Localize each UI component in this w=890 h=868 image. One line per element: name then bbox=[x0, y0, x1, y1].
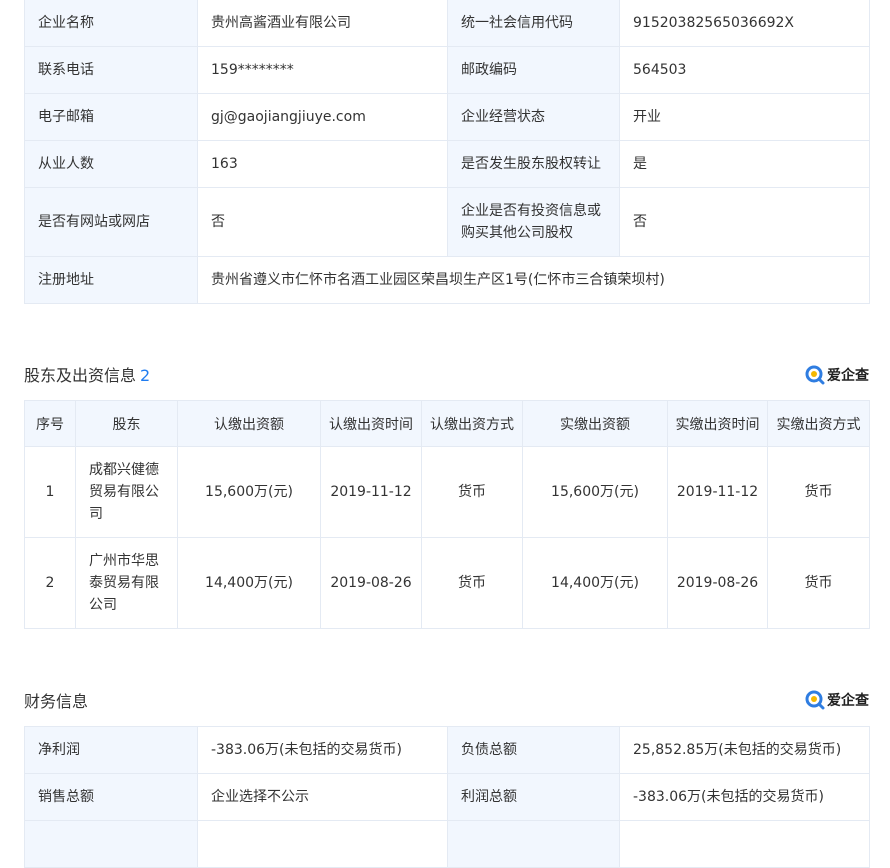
field-value: 开业 bbox=[619, 93, 870, 141]
field-value: gj@gaojiangjiuye.com bbox=[197, 93, 448, 141]
table-cell: 14,400万(元) bbox=[177, 537, 321, 629]
finance-title: 财务信息 bbox=[24, 692, 89, 711]
field-label: 是否发生股东股权转让 bbox=[447, 140, 620, 188]
field-value: 91520382565036692X bbox=[619, 0, 870, 47]
column-header: 实缴出资时间 bbox=[667, 400, 768, 447]
table-cell: 15,600万(元) bbox=[522, 446, 668, 538]
shareholder-name: 广州市华思泰贸易有限公司 bbox=[75, 537, 178, 629]
column-header: 认缴出资额 bbox=[177, 400, 321, 447]
table-row: 2 广州市华思泰贸易有限公司 14,400万(元) 2019-08-26 货币 14,40… bbox=[24, 537, 870, 629]
table-row: 1 成都兴健德贸易有限公司 15,600万(元) 2019-11-12 货币 15,600… bbox=[24, 446, 870, 538]
finance-row: 销售总额 企业选择不公示 利润总额 -383.06万(未包括的交易货币) bbox=[24, 773, 870, 821]
table-cell: 2019-11-12 bbox=[667, 446, 768, 538]
table-cell: 货币 bbox=[767, 537, 870, 629]
field-label: 销售总额 bbox=[24, 773, 198, 821]
shareholders-section-title: 股东及出资信息 2 bbox=[24, 362, 150, 386]
field-label: 统一社会信用代码 bbox=[447, 0, 620, 47]
finance-row bbox=[24, 820, 870, 868]
column-header: 认缴出资方式 bbox=[421, 400, 523, 447]
field-value bbox=[619, 820, 870, 868]
aiqicha-logo-icon bbox=[805, 690, 825, 710]
info-row: 从业人数 163 是否发生股东股权转让是 bbox=[24, 140, 870, 188]
field-label: 联系电话 bbox=[24, 46, 198, 94]
table-cell: 2019-08-26 bbox=[667, 537, 768, 629]
info-row: 企业名称 贵州高酱酒业有限公司 统一社会信用代码 91520382565036692X bbox=[24, 0, 870, 47]
column-header: 股东 bbox=[75, 400, 178, 447]
field-value: 25,852.85万(未包括的交易货币) bbox=[619, 726, 870, 774]
table-cell: 2019-11-12 bbox=[320, 446, 422, 538]
field-label: 是否有网站或网店 bbox=[24, 187, 198, 257]
aiqicha-logo-text: 爱企查 bbox=[827, 368, 869, 384]
aiqicha-logo-finance[interactable]: 爱企查 bbox=[805, 690, 869, 710]
column-header: 实缴出资额 bbox=[522, 400, 668, 447]
field-label: 邮政编码 bbox=[447, 46, 620, 94]
info-row: 是否有网站或网店否企业是否有投资信息或购买其他公司股权否 bbox=[24, 187, 870, 257]
table-cell: 2019-08-26 bbox=[320, 537, 422, 629]
info-row-address: 注册地址 贵州省遵义市仁怀市名酒工业园区荣昌坝生产区1号(仁怀市三合镇荣坝村) bbox=[24, 256, 870, 304]
field-value: 564503 bbox=[619, 46, 870, 94]
shareholders-count: 2 bbox=[140, 366, 151, 385]
aiqicha-logo[interactable]: 爱企查 bbox=[805, 365, 869, 385]
finance-table: 净利润 -383.06万(未包括的交易货币) 负债总额 25,852.85万(未包括的… bbox=[24, 726, 870, 868]
field-value: -383.06万(未包括的交易货币) bbox=[619, 773, 870, 821]
field-value: 159******** bbox=[197, 46, 448, 94]
address-value: 贵州省遵义市仁怀市名酒工业园区荣昌坝生产区1号(仁怀市三合镇荣坝村) bbox=[197, 256, 870, 304]
aiqicha-logo-text: 爱企查 bbox=[827, 693, 869, 709]
shareholders-title: 股东及出资信息 bbox=[24, 366, 137, 385]
finance-row: 净利润 -383.06万(未包括的交易货币) 负债总额 25,852.85万(未包括的… bbox=[24, 726, 870, 774]
field-label: 净利润 bbox=[24, 726, 198, 774]
field-label: 电子邮箱 bbox=[24, 93, 198, 141]
finance-section-title: 财务信息 bbox=[24, 688, 88, 712]
column-header: 实缴出资方式 bbox=[767, 400, 870, 447]
field-value: -383.06万(未包括的交易货币) bbox=[197, 726, 448, 774]
field-value: 贵州高酱酒业有限公司 bbox=[197, 0, 448, 47]
column-header: 序号 bbox=[24, 400, 76, 447]
aiqicha-logo-icon bbox=[805, 365, 825, 385]
table-cell: 1 bbox=[24, 446, 76, 538]
field-value: 163 bbox=[197, 140, 448, 188]
table-cell: 14,400万(元) bbox=[522, 537, 668, 629]
table-cell: 货币 bbox=[421, 537, 523, 629]
field-value bbox=[197, 820, 448, 868]
field-value: 否 bbox=[619, 187, 870, 257]
field-label: 利润总额 bbox=[447, 773, 620, 821]
column-header: 认缴出资时间 bbox=[320, 400, 422, 447]
info-row: 联系电话 159******** 邮政编码 564503 bbox=[24, 46, 870, 94]
field-label: 企业名称 bbox=[24, 0, 198, 47]
field-value: 企业选择不公示 bbox=[197, 773, 448, 821]
table-cell: 2 bbox=[24, 537, 76, 629]
shareholders-header-row: 序号 股东 认缴出资额 认缴出资时间 认缴出资方式 实缴出资额 实缴出资时间 实缴出资方式 bbox=[24, 400, 870, 447]
field-label: 企业经营状态 bbox=[447, 93, 620, 141]
field-label: 从业人数 bbox=[24, 140, 198, 188]
field-value: 是 bbox=[619, 140, 870, 188]
table-cell: 货币 bbox=[421, 446, 523, 538]
info-row: 电子邮箱 gj@gaojiangjiuye.com 企业经营状态 开业 bbox=[24, 93, 870, 141]
field-value: 否 bbox=[197, 187, 448, 257]
field-label: 负债总额 bbox=[447, 726, 620, 774]
field-label: 企业是否有投资信息或购买其他公司股权 bbox=[447, 187, 620, 257]
address-label: 注册地址 bbox=[24, 256, 198, 304]
basic-info-table: 企业名称 贵州高酱酒业有限公司 统一社会信用代码 91520382565036692X… bbox=[24, 0, 870, 304]
table-cell: 货币 bbox=[767, 446, 870, 538]
shareholder-name: 成都兴健德贸易有限公司 bbox=[75, 446, 178, 538]
shareholders-table: 序号 股东 认缴出资额 认缴出资时间 认缴出资方式 实缴出资额 实缴出资时间 实缴出资方式 1… bbox=[24, 400, 870, 629]
field-label bbox=[447, 820, 620, 868]
table-cell: 15,600万(元) bbox=[177, 446, 321, 538]
field-label bbox=[24, 820, 198, 868]
